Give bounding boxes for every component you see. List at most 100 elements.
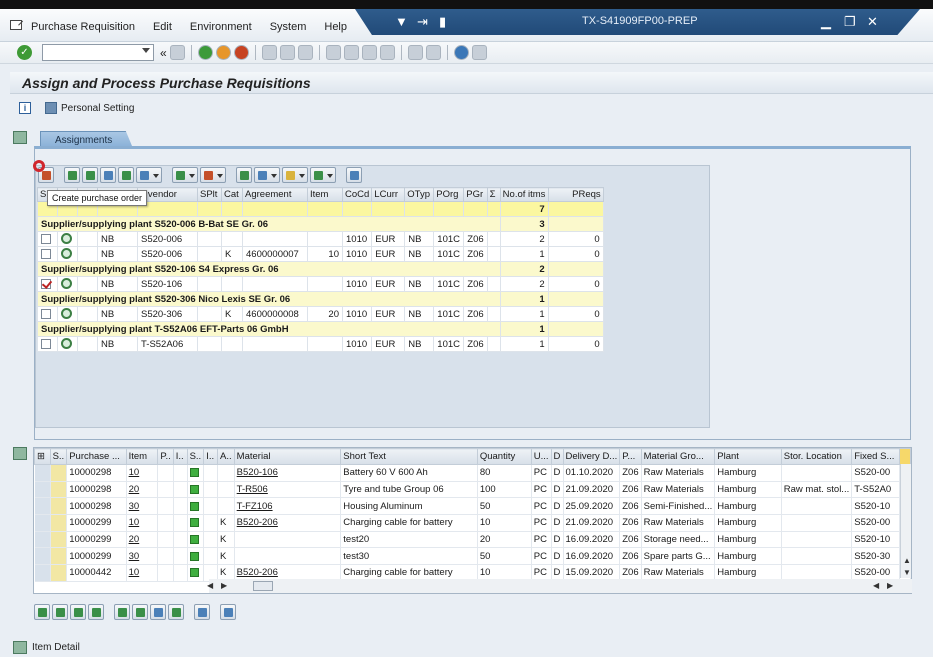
row-selector[interactable] — [34, 564, 51, 582]
previous-page-icon[interactable] — [343, 45, 359, 60]
cell-material[interactable] — [234, 547, 342, 566]
col-cocd[interactable]: CoCd — [341, 187, 373, 202]
close-icon[interactable]: ✕ — [867, 14, 878, 30]
cell-material[interactable]: B520-206 — [234, 514, 342, 532]
find-next-icon[interactable] — [297, 45, 313, 60]
item-link[interactable]: 30 — [129, 501, 140, 512]
row-checkbox[interactable] — [41, 278, 51, 289]
cell-item[interactable]: 20 — [126, 481, 159, 499]
menu-purchase-requisition[interactable]: Purchase Requisition — [31, 21, 135, 33]
col-pgr[interactable]: P... — [619, 448, 642, 465]
detail-cell[interactable] — [57, 306, 78, 322]
total-icon[interactable] — [168, 604, 184, 620]
col-i2[interactable]: I.. — [203, 448, 219, 465]
assignment-row[interactable]: NB S520-006 K 4600000007 10 1010 EUR NB 101C Z06 1… — [37, 246, 604, 262]
menu-system[interactable]: System — [270, 21, 307, 33]
find-icon[interactable] — [279, 45, 295, 60]
cell-item[interactable]: 30 — [126, 497, 159, 516]
menu-environment[interactable]: Environment — [190, 21, 252, 33]
col-d[interactable]: D — [550, 448, 564, 465]
item-link[interactable]: 30 — [129, 551, 140, 562]
table-row[interactable]: 10000299 30 Ktest30 50 PC D 16.09.2020 Z06 Spare… — [34, 547, 912, 566]
col-purchase-req[interactable]: Purchase ... — [66, 448, 127, 465]
print-icon[interactable] — [236, 167, 252, 183]
col-quantity[interactable]: Quantity — [476, 448, 532, 465]
scroll-right-icon[interactable]: ▶ — [221, 581, 227, 590]
col-no-items[interactable]: No.of itms — [499, 187, 549, 202]
vertical-scrollbar[interactable]: ▲ ▼ — [900, 464, 911, 578]
col-i[interactable]: I.. — [172, 448, 188, 465]
cancel-icon[interactable] — [233, 45, 249, 60]
row-selector[interactable] — [34, 514, 51, 532]
collapse-section-icon[interactable] — [13, 447, 27, 460]
cell-material[interactable] — [234, 531, 342, 549]
table-row[interactable]: 10000298 10 B520-106 Battery 60 V 600 Ah 80 P… — [34, 464, 912, 482]
material-link[interactable]: T-R506 — [237, 484, 268, 495]
first-page-icon[interactable] — [325, 45, 341, 60]
assignment-row[interactable]: NB S520-106 1010 EUR NB 101C Z06 2 0 — [37, 276, 604, 292]
refresh-icon[interactable] — [194, 604, 210, 620]
chevron-down-icon[interactable]: ▼ — [395, 14, 408, 29]
views-icon[interactable] — [254, 167, 280, 183]
detail-cell[interactable] — [57, 231, 78, 247]
col-item[interactable]: Item — [125, 448, 159, 465]
cell-item[interactable]: 10 — [126, 464, 159, 482]
double-left-icon[interactable]: « — [160, 46, 167, 60]
col-preqs[interactable]: PReqs — [547, 187, 604, 202]
export-icon[interactable] — [282, 167, 308, 183]
help-icon[interactable] — [453, 45, 469, 60]
print-icon[interactable] — [220, 604, 236, 620]
item-link[interactable]: 10 — [129, 567, 140, 578]
details-icon[interactable] — [34, 604, 50, 620]
personal-setting-button[interactable]: i Personal Setting — [19, 102, 134, 114]
col-stor-location[interactable]: Stor. Location — [780, 448, 853, 465]
find-icon[interactable] — [100, 167, 116, 183]
assign-icon[interactable] — [52, 604, 68, 620]
information-icon[interactable] — [346, 167, 362, 183]
expand-section-icon[interactable] — [13, 641, 27, 654]
row-checkbox-cell[interactable] — [37, 306, 58, 322]
table-row[interactable]: 10000298 20 T-R506 Tyre and tube Group 06 10… — [34, 481, 912, 499]
scroll-left-icon[interactable]: ◀ — [873, 581, 879, 590]
detail-cell[interactable] — [57, 246, 78, 262]
table-row[interactable]: 10000299 20 Ktest20 20 PC D 16.09.2020 Z06 Stora… — [34, 531, 912, 549]
last-page-icon[interactable] — [379, 45, 395, 60]
row-selector[interactable] — [34, 481, 51, 499]
horizontal-scrollbar[interactable]: ◀ ▶ ◀ ▶ — [207, 579, 912, 593]
command-field[interactable] — [42, 44, 154, 61]
cell-item[interactable]: 30 — [126, 547, 159, 566]
col-unit[interactable]: U... — [530, 448, 552, 465]
chevron-down-icon[interactable] — [142, 48, 150, 53]
column-settings-icon[interactable] — [898, 448, 912, 465]
col-pgr[interactable]: PGr — [463, 187, 488, 202]
col-lcurr[interactable]: LCurr — [371, 187, 406, 202]
scroll-down-icon[interactable]: ▼ — [903, 568, 911, 577]
copy-icon[interactable] — [70, 604, 86, 620]
assignment-row[interactable]: NB S520-006 1010 EUR NB 101C Z06 2 0 — [37, 231, 604, 247]
layout-menu-icon[interactable] — [471, 45, 487, 60]
delete-icon[interactable] — [88, 604, 104, 620]
restore-icon[interactable]: ❐ — [844, 14, 856, 30]
col-delivery-date[interactable]: Delivery D... — [562, 448, 621, 465]
menu-help[interactable]: Help — [324, 21, 347, 33]
pin-icon[interactable]: ⇥ — [417, 14, 428, 30]
col-material-group[interactable]: Material Gro... — [640, 448, 716, 465]
scroll-up-icon[interactable]: ▲ — [903, 556, 911, 565]
back-icon[interactable] — [197, 45, 213, 60]
magnifier-icon[interactable] — [61, 308, 72, 320]
save-icon[interactable] — [169, 45, 185, 60]
item-link[interactable]: 20 — [129, 484, 140, 495]
row-checkbox[interactable] — [41, 338, 51, 349]
col-short-text[interactable]: Short Text — [340, 448, 478, 465]
select-all-icon[interactable]: ⊞ — [34, 448, 51, 465]
magnifier-icon[interactable] — [61, 233, 72, 245]
col-s2[interactable]: S.. — [186, 448, 205, 465]
material-link[interactable]: T-FZ106 — [237, 501, 273, 512]
col-plant[interactable]: Plant — [714, 448, 782, 465]
new-session-icon[interactable] — [407, 45, 423, 60]
subtotal-icon[interactable] — [200, 167, 226, 183]
print-icon[interactable] — [261, 45, 277, 60]
collapse-section-icon[interactable] — [13, 131, 27, 144]
item-detail-section[interactable]: Item Detail — [13, 641, 80, 654]
col-a[interactable]: A.. — [217, 448, 235, 465]
